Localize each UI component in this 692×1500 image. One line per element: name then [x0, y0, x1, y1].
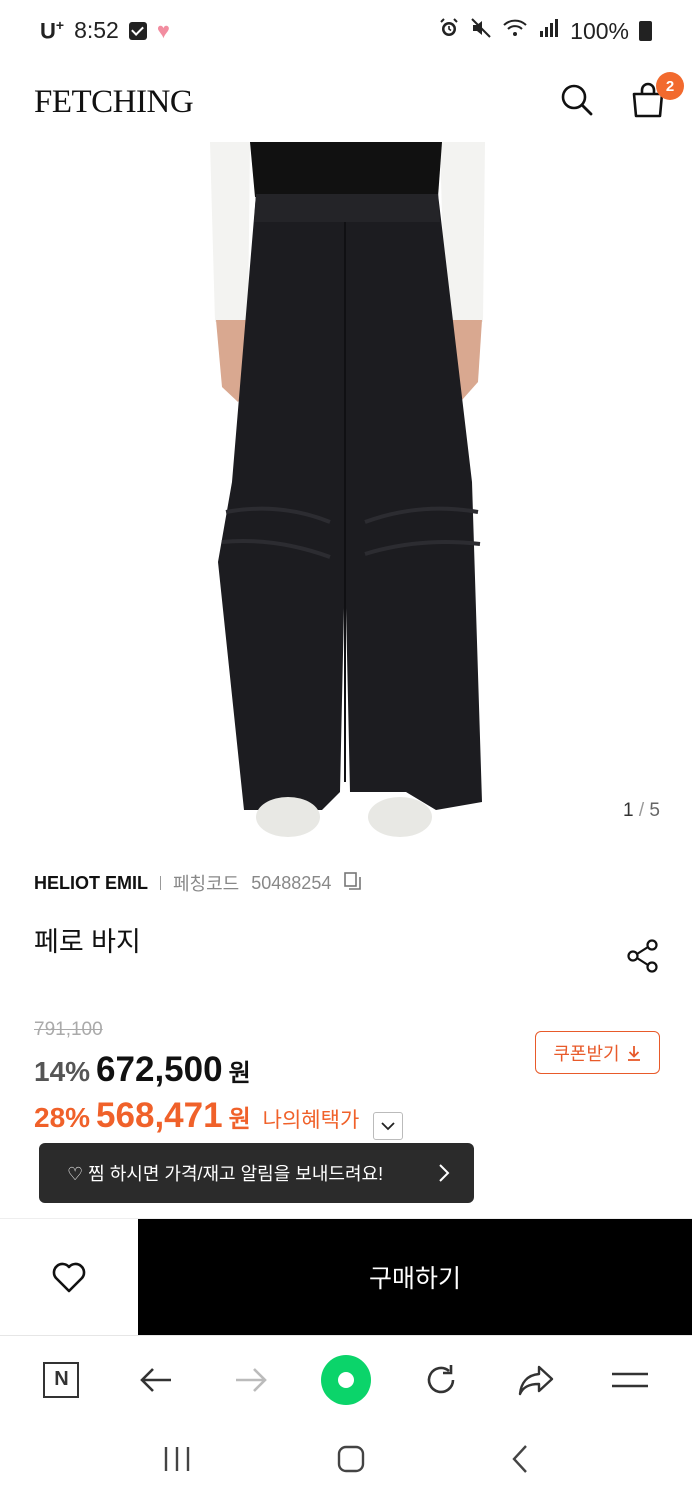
menu-button[interactable] — [602, 1352, 658, 1408]
product-title: 페로 바지 — [34, 927, 141, 957]
cart-count-badge: 2 — [656, 72, 684, 100]
product-code-label: 페칭코드 — [173, 874, 240, 894]
arrow-right-icon — [236, 1367, 267, 1392]
naver-n-icon: N — [43, 1361, 80, 1398]
cart-button[interactable]: 2 — [630, 72, 684, 122]
divider — [160, 876, 161, 890]
search-icon[interactable] — [560, 83, 594, 122]
sale-price: 672,500 — [96, 1050, 223, 1089]
brand-row: HELIOT EMIL 페칭코드 50488254 — [34, 870, 363, 896]
arrow-left-icon — [140, 1367, 172, 1392]
signal-icon — [538, 17, 560, 45]
wishlist-toast[interactable]: ♡ 찜 하시면 가격/재고 알림을 보내드려요! — [39, 1143, 474, 1203]
header-icons: 2 — [560, 72, 684, 122]
back-button[interactable] — [128, 1352, 184, 1408]
reload-button[interactable] — [413, 1352, 469, 1408]
back-chevron-icon — [512, 1445, 527, 1473]
forward-button[interactable] — [223, 1352, 279, 1408]
member-price: 568,471 — [96, 1096, 223, 1135]
battery-icon — [639, 21, 652, 41]
recent-apps-button[interactable] — [162, 1445, 192, 1478]
download-icon — [627, 1045, 640, 1061]
checkbox-notification-icon — [128, 21, 147, 40]
product-image-carousel[interactable] — [0, 142, 692, 842]
mute-icon — [470, 17, 492, 45]
status-bar-right: 100% — [438, 17, 652, 45]
chevron-down-icon — [381, 1122, 395, 1131]
hamburger-icon — [612, 1372, 649, 1387]
system-back-button[interactable] — [510, 1444, 530, 1479]
clock: 8:52 — [74, 17, 119, 44]
status-bar-left: U+ 8:52 ♥ — [40, 17, 170, 44]
discount-percent: 14% — [34, 1056, 91, 1087]
product-code: 50488254 — [251, 872, 332, 893]
chevron-right-icon — [439, 1164, 450, 1182]
sale-price-row: 14% 672,500 원 — [34, 1050, 251, 1090]
browser-toolbar: N — [0, 1335, 692, 1423]
product-image — [210, 142, 485, 837]
brand-name[interactable]: HELIOT EMIL — [34, 873, 148, 894]
reload-icon — [427, 1364, 455, 1393]
green-dot-icon — [320, 1354, 371, 1405]
member-currency: 원 — [228, 1106, 251, 1133]
toast-message: ♡ 찜 하시면 가격/재고 알림을 보내드려요! — [67, 1164, 384, 1184]
copy-icon[interactable] — [343, 871, 363, 896]
alarm-icon — [438, 17, 460, 45]
fetching-logo[interactable]: FETCHING — [34, 84, 194, 121]
share-icon[interactable] — [626, 938, 660, 979]
sale-currency: 원 — [228, 1060, 251, 1087]
share-page-button[interactable] — [508, 1352, 564, 1408]
app-header: FETCHING 2 — [0, 62, 692, 142]
system-navigation — [0, 1423, 692, 1500]
wishlist-button[interactable] — [0, 1219, 138, 1336]
recent-apps-icon — [164, 1447, 190, 1471]
battery-percent: 100% — [570, 17, 629, 44]
home-icon — [337, 1445, 365, 1473]
my-benefit-price-label: 나의혜택가 — [262, 1109, 360, 1132]
pager-total: 5 — [649, 800, 660, 821]
coupon-label: 쿠폰받기 — [553, 1043, 620, 1064]
pager-current: 1 — [623, 800, 634, 821]
status-bar: U+ 8:52 ♥ 100% — [0, 0, 692, 62]
heart-icon — [52, 1262, 86, 1292]
purchase-bar: 구매하기 — [0, 1218, 692, 1336]
pager-separator: / — [638, 800, 645, 821]
wifi-icon — [502, 17, 528, 45]
home-button[interactable] — [336, 1444, 366, 1479]
naver-home-button[interactable]: N — [33, 1352, 89, 1408]
member-discount-percent: 28% — [34, 1102, 91, 1133]
benefit-dropdown-button[interactable] — [373, 1112, 404, 1140]
heart-notification-icon: ♥ — [156, 17, 170, 43]
share-arrow-icon — [518, 1365, 553, 1395]
buy-button[interactable]: 구매하기 — [138, 1219, 692, 1335]
image-pager: 1 / 5 — [623, 800, 660, 822]
original-price: 791,100 — [34, 1019, 103, 1040]
carrier-label: U+ — [40, 17, 65, 44]
green-dot-button[interactable] — [318, 1352, 374, 1408]
coupon-button[interactable]: 쿠폰받기 — [535, 1031, 660, 1074]
member-price-row: 28% 568,471 원 나의혜택가 — [34, 1096, 404, 1140]
